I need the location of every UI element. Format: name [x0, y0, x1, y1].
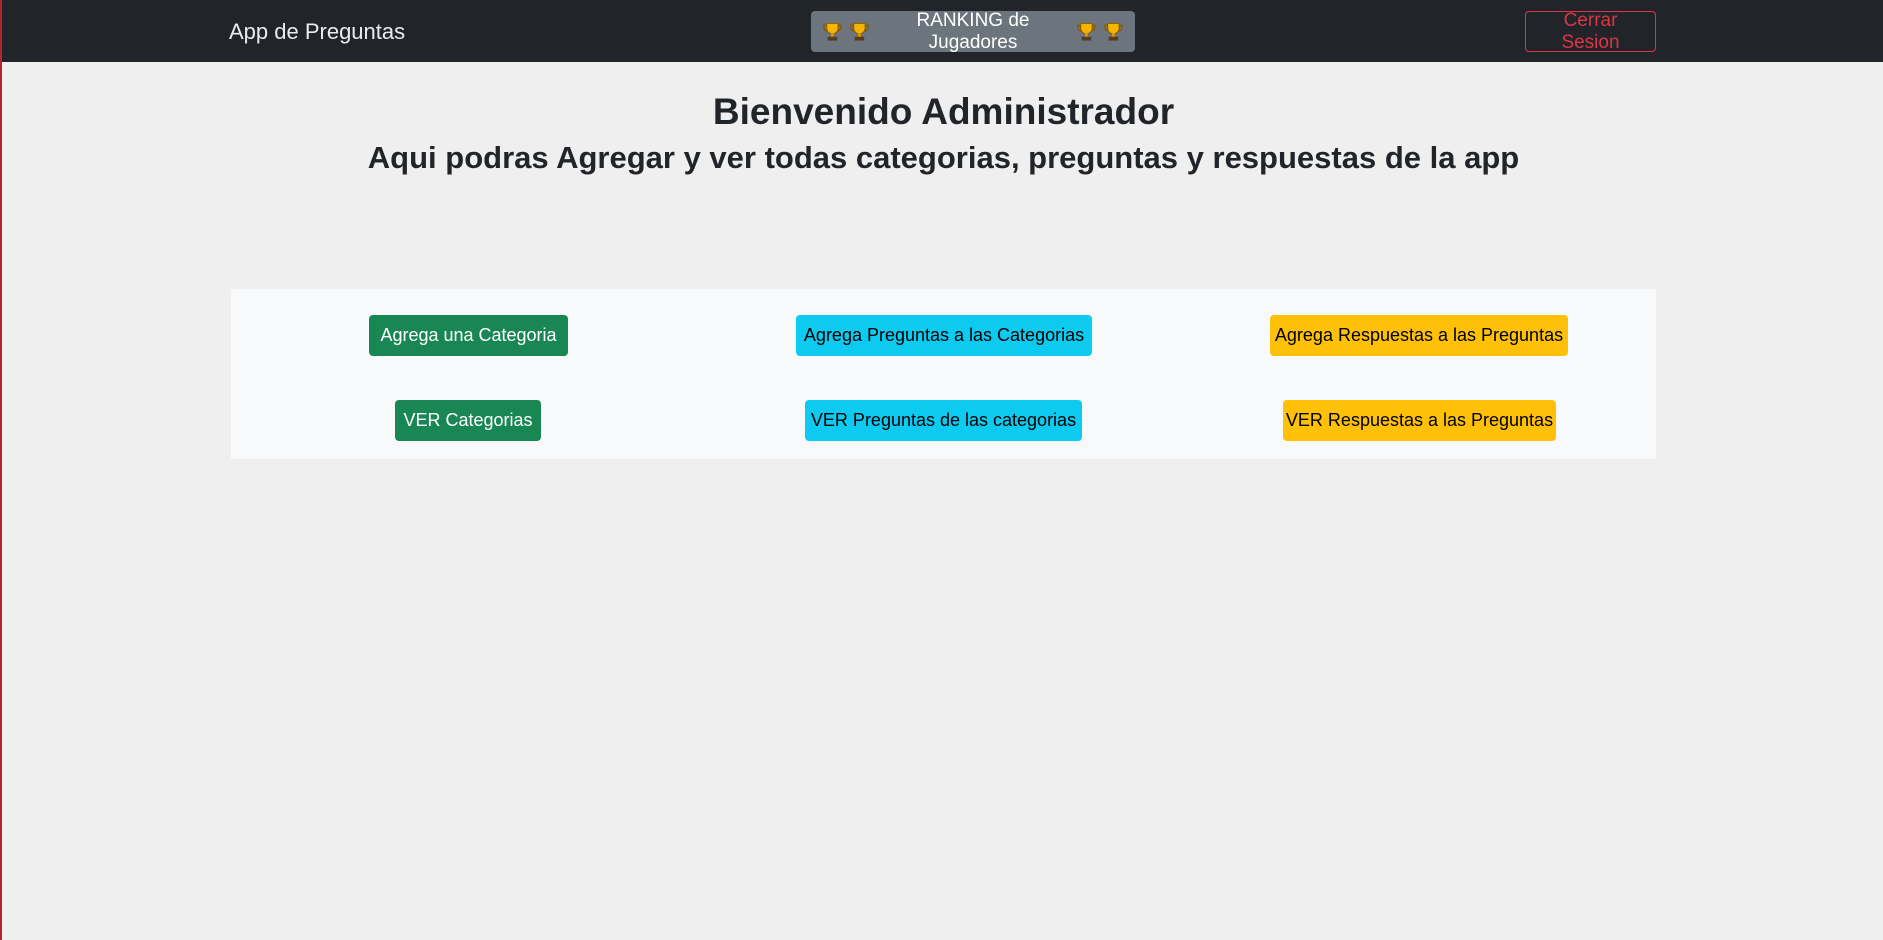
trophy-icon	[1104, 22, 1123, 41]
logout-button[interactable]: Cerrar Sesion	[1525, 10, 1656, 53]
top-navbar: App de Preguntas RANKING de Jugadores Ce…	[2, 0, 1883, 62]
trophy-icon	[823, 22, 842, 41]
page-subtitle: Aqui podras Agregar y ver todas categori…	[367, 140, 1520, 175]
add-questions-button[interactable]: Agrega Preguntas a las Categorias	[796, 315, 1092, 356]
page-title: Bienvenido Administrador	[712, 91, 1175, 132]
ranking-button[interactable]: RANKING de Jugadores	[811, 9, 1135, 53]
trophy-icon	[1077, 22, 1097, 41]
view-questions-button[interactable]: VER Preguntas de las categorias	[805, 400, 1082, 441]
add-answers-button[interactable]: Agrega Respuestas a las Preguntas	[1270, 315, 1568, 356]
trophy-icon	[849, 22, 869, 41]
view-categories-button[interactable]: VER Categorias	[395, 400, 541, 441]
add-category-button[interactable]: Agrega una Categoria	[369, 315, 568, 356]
navbar-brand[interactable]: App de Preguntas	[229, 18, 405, 46]
view-answers-button[interactable]: VER Respuestas a las Preguntas	[1283, 400, 1556, 441]
admin-actions-panel: Agrega una Categoria Agrega Preguntas a …	[231, 289, 1656, 459]
ranking-label: RANKING de Jugadores	[916, 9, 1030, 53]
